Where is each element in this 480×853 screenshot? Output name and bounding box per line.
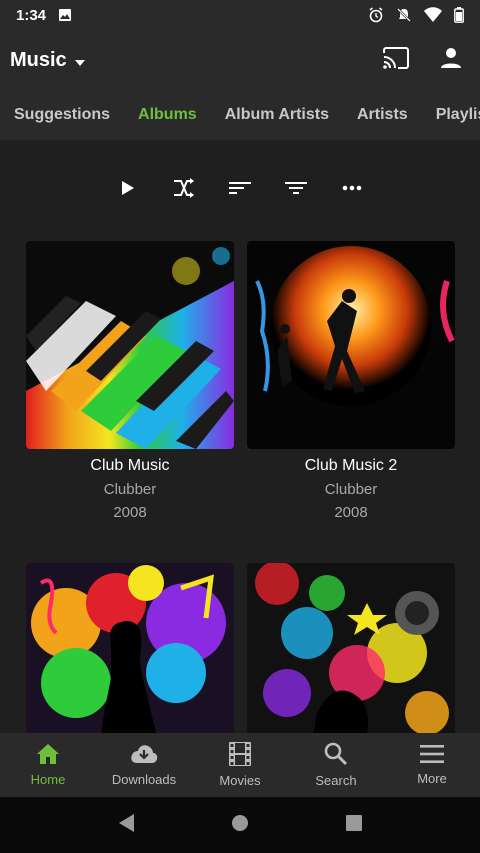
cast-icon[interactable] bbox=[382, 46, 410, 74]
search-icon bbox=[324, 742, 348, 769]
album-title: Club Music 2 bbox=[304, 457, 398, 474]
album-art bbox=[247, 241, 455, 449]
nav-more[interactable]: More bbox=[384, 744, 480, 786]
film-icon bbox=[229, 742, 251, 769]
album-art bbox=[26, 563, 234, 733]
battery-icon bbox=[454, 7, 464, 23]
caret-down-icon bbox=[74, 49, 85, 72]
tab-album-artists[interactable]: Album Artists bbox=[211, 106, 343, 124]
nav-movies[interactable]: Movies bbox=[192, 742, 288, 788]
tab-albums[interactable]: Albums bbox=[124, 106, 211, 124]
home-icon bbox=[36, 743, 60, 768]
mute-icon bbox=[396, 7, 412, 23]
sort-icon[interactable] bbox=[228, 176, 252, 200]
shuffle-icon[interactable] bbox=[172, 176, 196, 200]
nav-movies-label: Movies bbox=[219, 773, 261, 788]
library-tabs: Suggestions Albums Album Artists Artists… bbox=[0, 90, 480, 140]
album-art bbox=[26, 241, 234, 449]
menu-icon bbox=[420, 744, 444, 767]
tab-artists[interactable]: Artists bbox=[343, 106, 422, 124]
status-bar: 1:34 bbox=[0, 0, 480, 30]
nav-more-label: More bbox=[417, 771, 447, 786]
album-year: 2008 bbox=[334, 504, 368, 521]
play-icon[interactable] bbox=[116, 176, 140, 200]
recents-icon[interactable] bbox=[345, 814, 363, 837]
wifi-icon bbox=[424, 7, 442, 23]
app-bar: Music bbox=[0, 30, 480, 90]
nav-downloads-label: Downloads bbox=[111, 772, 177, 787]
tab-suggestions[interactable]: Suggestions bbox=[0, 106, 124, 124]
album-card[interactable] bbox=[26, 563, 234, 733]
alarm-icon bbox=[368, 7, 384, 23]
image-notification-icon bbox=[58, 8, 72, 22]
album-card[interactable]: Club Music Clubber 2008 bbox=[26, 241, 234, 521]
album-year: 2008 bbox=[113, 504, 147, 521]
library-selector[interactable]: Music bbox=[10, 49, 85, 72]
album-card[interactable]: Club Music 2 Clubber 2008 bbox=[247, 241, 455, 521]
albums-content: Club Music Clubber 2008 Club Music 2 Clu… bbox=[0, 140, 480, 733]
album-title: Club Music bbox=[90, 457, 170, 474]
albums-toolbar bbox=[0, 176, 480, 200]
tab-playlists[interactable]: Playlists bbox=[422, 106, 480, 124]
filter-icon[interactable] bbox=[284, 176, 308, 200]
nav-search[interactable]: Search bbox=[288, 742, 384, 788]
album-art bbox=[247, 563, 455, 733]
nav-downloads[interactable]: Downloads bbox=[96, 743, 192, 787]
home-circle-icon[interactable] bbox=[230, 813, 250, 838]
album-artist: Clubber bbox=[324, 481, 378, 498]
account-icon[interactable] bbox=[440, 47, 462, 74]
nav-home[interactable]: Home bbox=[0, 743, 96, 787]
bottom-nav: Home Downloads Movies Search More bbox=[0, 733, 480, 797]
back-icon[interactable] bbox=[117, 813, 135, 838]
album-artist: Clubber bbox=[103, 481, 157, 498]
more-options-icon[interactable] bbox=[340, 176, 364, 200]
status-time: 1:34 bbox=[16, 6, 47, 24]
album-card[interactable] bbox=[247, 563, 455, 733]
app-title: Music bbox=[10, 48, 67, 71]
nav-home-label: Home bbox=[30, 772, 66, 787]
system-nav-bar bbox=[0, 797, 480, 853]
nav-search-label: Search bbox=[315, 773, 357, 788]
cloud-download-icon bbox=[130, 743, 158, 768]
